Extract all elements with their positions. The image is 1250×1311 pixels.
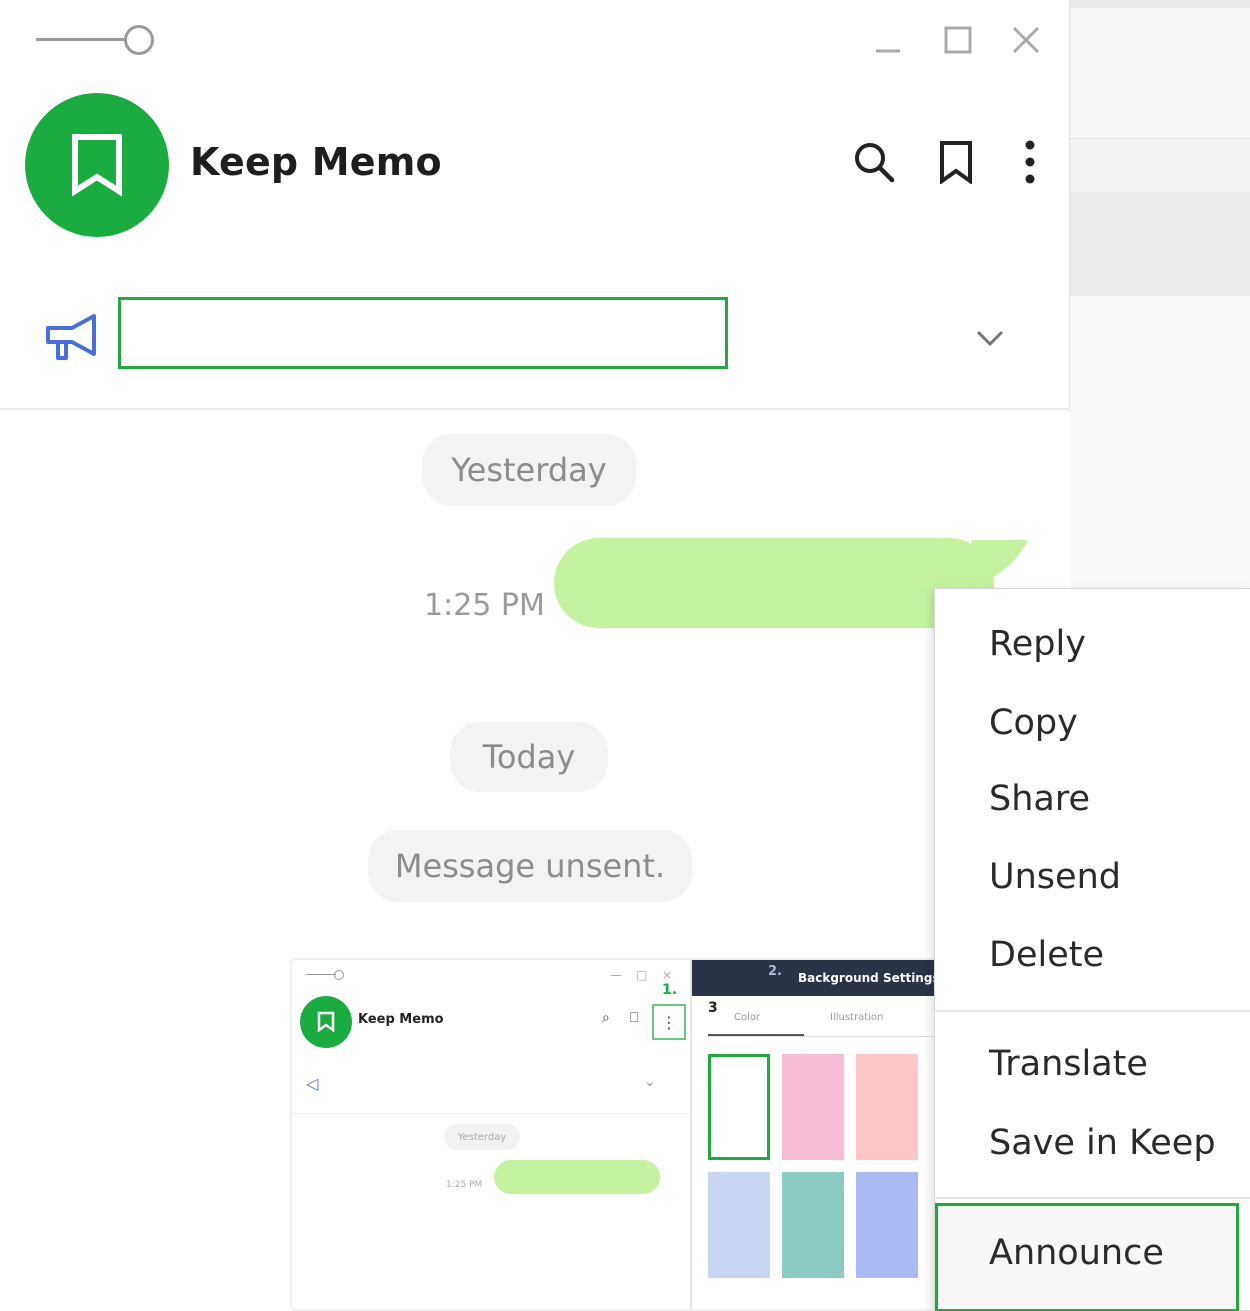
keep-icon <box>940 141 972 184</box>
thumbnail-slider <box>306 970 346 980</box>
color-swatch <box>856 1172 918 1278</box>
menu-item-translate[interactable]: Translate <box>935 1026 1250 1102</box>
chat-window: Keep Memo Yesterday 1:25 PM Today Messag… <box>0 0 1070 1311</box>
menu-item-delete[interactable]: Delete <box>935 917 1250 993</box>
menu-item-share[interactable]: Share <box>935 761 1250 837</box>
menu-item-save-in-keep[interactable]: Save in Keep <box>935 1105 1250 1181</box>
bookmark-icon <box>317 1011 335 1033</box>
thumbnail-tab-color: Color <box>734 1012 761 1023</box>
thumbnail-close-icon: × <box>662 968 673 982</box>
message-bubble[interactable] <box>554 538 994 628</box>
thumbnail-keep-icon: ⎕ <box>630 1010 639 1026</box>
thumbnail-announcement-bar: ◁ ⌄ <box>292 1060 692 1114</box>
thumbnail-minimize-icon: — <box>610 968 622 982</box>
date-divider: Yesterday <box>422 434 636 506</box>
screen: Keep Memo Yesterday 1:25 PM Today Messag… <box>0 0 1250 1311</box>
menu-divider <box>935 1197 1250 1199</box>
color-swatch <box>856 1054 918 1160</box>
menu-divider <box>935 1010 1250 1012</box>
color-swatch <box>708 1172 770 1278</box>
color-swatch <box>708 1054 770 1160</box>
chat-area[interactable]: Yesterday 1:25 PM Today Message unsent. … <box>0 412 1070 1311</box>
color-swatch <box>782 1172 844 1278</box>
announcement-bar <box>0 270 1070 410</box>
thumbnail-title: Keep Memo <box>358 1012 444 1027</box>
menu-item-announce[interactable]: Announce <box>935 1215 1250 1291</box>
chat-title: Keep Memo <box>190 140 442 184</box>
avatar[interactable] <box>25 93 169 237</box>
thumbnail-bubble <box>494 1160 660 1194</box>
thumbnail-panel-title: Background Settings <box>798 971 940 985</box>
announcement-field[interactable] <box>118 297 728 369</box>
thumbnail-timestamp: 1:25 PM <box>446 1180 483 1190</box>
more-button[interactable] <box>1006 138 1054 186</box>
close-button[interactable] <box>1008 22 1044 58</box>
thumbnail-step-label: 1. <box>662 982 678 998</box>
maximize-button[interactable] <box>940 22 976 58</box>
close-icon <box>1012 26 1040 54</box>
menu-item-reply[interactable]: Reply <box>935 606 1250 682</box>
context-menu: Reply Copy Share Unsend Delete Translate… <box>934 588 1250 1311</box>
thumbnail-tab-illustration: Illustration <box>830 1012 884 1023</box>
menu-item-copy[interactable]: Copy <box>935 685 1250 761</box>
color-swatch <box>782 1054 844 1160</box>
more-icon <box>1025 140 1035 184</box>
thumbnail-maximize-icon: □ <box>636 968 648 982</box>
unsent-notice: Message unsent. <box>368 830 692 902</box>
thumbnail-date-divider: Yesterday <box>444 1124 520 1150</box>
thumbnail-chat-window: — □ × 1. Keep Memo ⌕ ⎕ ⋮ ◁ ⌄ Yesterday 1… <box>292 960 692 1309</box>
message-timestamp: 1:25 PM <box>424 588 545 623</box>
thumbnail-avatar <box>300 996 352 1048</box>
bookmark-icon <box>72 134 122 197</box>
background-band <box>1070 0 1250 8</box>
slider-knob[interactable] <box>124 25 154 55</box>
thumbnail-chevron-icon: ⌄ <box>644 1074 656 1090</box>
thumbnail-search-icon: ⌕ <box>602 1010 610 1026</box>
thumbnail-tab-divider <box>708 1036 958 1037</box>
thumbnail-more-icon: ⋮ <box>652 1004 686 1040</box>
thumbnail-step-label: 3 <box>708 1000 718 1016</box>
chevron-down-icon[interactable] <box>970 320 1010 356</box>
minimize-icon <box>876 49 900 53</box>
thumbnail-megaphone-icon: ◁ <box>306 1074 319 1093</box>
minimize-button[interactable] <box>870 22 906 58</box>
search-button[interactable] <box>850 138 898 186</box>
background-band <box>1070 138 1250 192</box>
maximize-icon <box>944 26 972 54</box>
date-divider: Today <box>450 722 608 792</box>
keep-button[interactable] <box>932 138 980 186</box>
menu-item-unsend[interactable]: Unsend <box>935 839 1250 915</box>
chat-header: Keep Memo <box>0 80 1070 250</box>
megaphone-icon <box>46 314 96 360</box>
background-band <box>1070 192 1250 296</box>
slider-track <box>36 38 126 41</box>
thumbnail-step-label: 2. <box>768 964 782 979</box>
thumbnail-tab-underline <box>708 1034 804 1036</box>
opacity-slider[interactable] <box>36 24 160 56</box>
search-icon <box>855 143 895 183</box>
